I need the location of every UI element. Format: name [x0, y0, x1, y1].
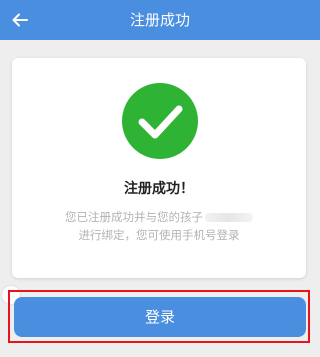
- message-line-2: 进行绑定，您可使用手机号登录: [78, 228, 240, 242]
- app-bar: 注册成功: [0, 0, 320, 40]
- message-line-1: 您已注册成功并与您的孩子: [12, 208, 306, 226]
- success-heading: 注册成功！: [124, 181, 194, 197]
- redacted-child-name: [205, 213, 253, 222]
- check-circle-icon: [122, 83, 198, 159]
- page-title: 注册成功: [129, 11, 190, 29]
- success-message: 您已注册成功并与您的孩子 进行绑定，您可使用手机号登录: [12, 208, 306, 244]
- success-card: 注册成功！ 您已注册成功并与您的孩子 进行绑定，您可使用手机号登录: [12, 58, 306, 278]
- login-button[interactable]: 登录: [14, 297, 306, 337]
